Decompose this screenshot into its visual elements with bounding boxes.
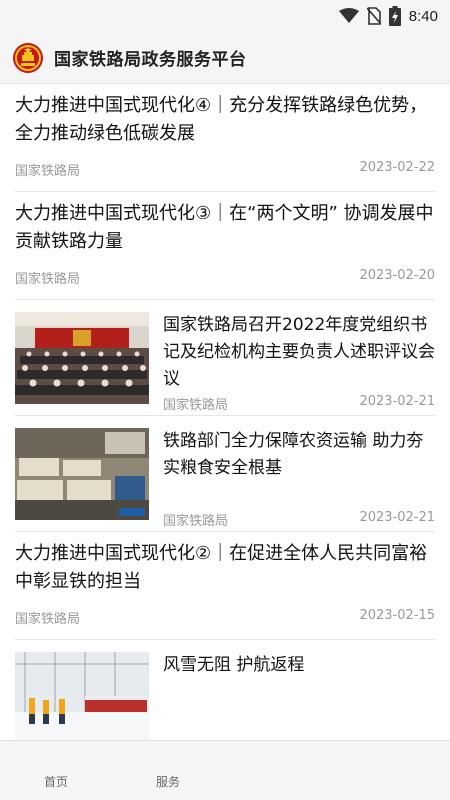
news-feed[interactable]: 大力推进中国式现代化④｜充分发挥铁路绿色优势，全力推动绿色低碳发展 国家铁路局 … [0, 84, 450, 740]
news-source: 国家铁路局 [163, 398, 229, 413]
news-headline: 大力推进中国式现代化②｜在促进全体人民共同富裕中彰显铁的担当 [15, 543, 428, 592]
news-meta: 国家铁路局 2023-02-22 [15, 160, 435, 179]
snowy-railway-thumbnail [15, 652, 149, 740]
clock: 8:40 [408, 7, 438, 25]
news-date: 2023-02-22 [359, 160, 435, 175]
news-item[interactable]: 风雪无阻 护航返程 [15, 640, 435, 740]
news-date: 2023-02-21 [359, 394, 435, 409]
news-body: 风雪无阻 护航返程 [163, 652, 435, 740]
news-item[interactable]: 大力推进中国式现代化③｜在“两个文明” 协调发展中贡献铁路力量 国家铁路局 20… [15, 192, 435, 300]
tab-home-label: 首页 [43, 775, 68, 789]
tab-services[interactable]: 服务 [112, 741, 224, 800]
news-headline: 国家铁路局召开2022年度党组织书记及纪检机构主要负责人述职评议会议 [163, 315, 435, 389]
news-source: 国家铁路局 [163, 514, 229, 529]
no-sim-icon [366, 7, 381, 25]
news-date: 2023-02-15 [359, 608, 435, 623]
news-headline: 大力推进中国式现代化③｜在“两个文明” 协调发展中贡献铁路力量 [15, 203, 434, 252]
warehouse-thumbnail [15, 428, 149, 520]
news-body: 国家铁路局召开2022年度党组织书记及纪检机构主要负责人述职评议会议 国家铁路局… [163, 312, 435, 415]
news-headline: 铁路部门全力保障农资运输 助力夯实粮食安全根基 [163, 431, 424, 478]
news-date: 2023-02-20 [359, 268, 435, 283]
news-headline: 风雪无阻 护航返程 [163, 655, 305, 675]
news-item[interactable]: 大力推进中国式现代化④｜充分发挥铁路绿色优势，全力推动绿色低碳发展 国家铁路局 … [15, 84, 435, 192]
news-date: 2023-02-21 [359, 510, 435, 525]
news-source: 国家铁路局 [15, 612, 81, 627]
news-body: 铁路部门全力保障农资运输 助力夯实粮食安全根基 国家铁路局 2023-02-21 [163, 428, 435, 531]
national-emblem-icon [13, 42, 43, 73]
news-source: 国家铁路局 [15, 272, 81, 287]
news-source: 国家铁路局 [15, 164, 81, 179]
news-headline: 大力推进中国式现代化④｜充分发挥铁路绿色优势，全力推动绿色低碳发展 [15, 95, 428, 144]
news-item[interactable]: 铁路部门全力保障农资运输 助力夯实粮食安全根基 国家铁路局 2023-02-21 [15, 416, 435, 532]
app-header: 国家铁路局政务服务平台 [0, 32, 450, 84]
news-meta: 国家铁路局 2023-02-20 [15, 268, 435, 287]
battery-charging-icon [388, 6, 401, 26]
news-meta: 国家铁路局 2023-02-21 [163, 510, 435, 529]
wifi-icon [338, 8, 359, 23]
news-meta: 国家铁路局 2023-02-21 [163, 394, 435, 413]
tab-services-label: 服务 [155, 775, 180, 789]
page-title: 国家铁路局政务服务平台 [54, 50, 247, 70]
news-item[interactable]: 大力推进中国式现代化②｜在促进全体人民共同富裕中彰显铁的担当 国家铁路局 202… [15, 532, 435, 640]
bottom-nav: 首页 服务 [0, 740, 450, 800]
news-item[interactable]: 国家铁路局召开2022年度党组织书记及纪检机构主要负责人述职评议会议 国家铁路局… [15, 300, 435, 416]
tab-home[interactable]: 首页 [0, 741, 112, 800]
meeting-hall-thumbnail [15, 312, 149, 404]
status-bar: 8:40 [0, 0, 450, 32]
news-meta: 国家铁路局 2023-02-15 [15, 608, 435, 627]
